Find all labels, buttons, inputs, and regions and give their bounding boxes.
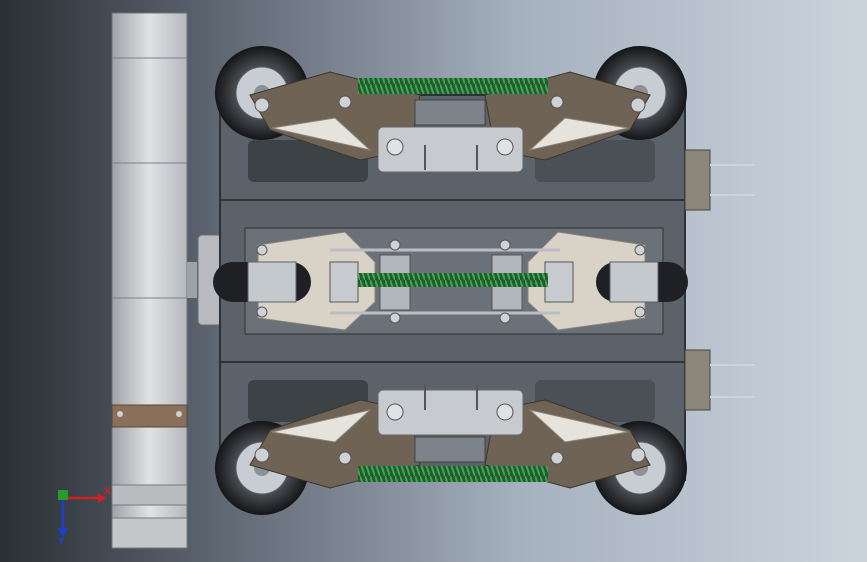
model-canvas[interactable]: X Y — [0, 0, 867, 562]
y-axis-marker — [58, 490, 68, 500]
y-axis-label: Y — [57, 537, 65, 547]
cad-viewport[interactable]: X Y — [0, 0, 867, 562]
top-spring — [358, 78, 548, 94]
middle-spring — [358, 273, 548, 287]
bottom-spring — [358, 466, 548, 482]
large-disc-wheel — [111, 12, 197, 549]
x-axis-label: X — [104, 487, 111, 497]
